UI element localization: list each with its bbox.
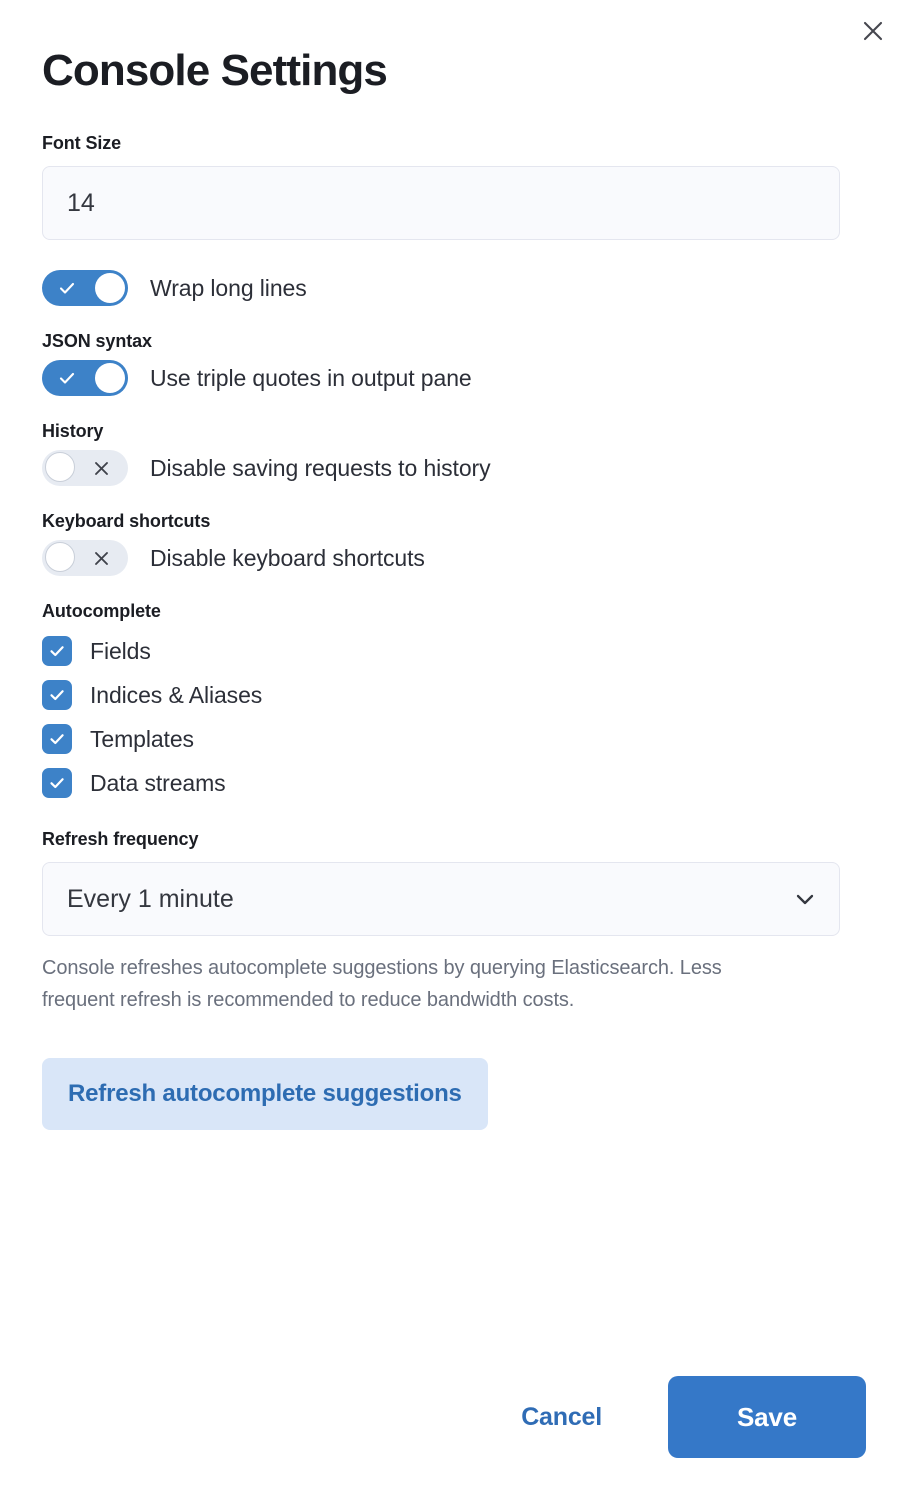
cross-icon-glyph [94,461,108,475]
autocomplete-indices-aliases-checkbox[interactable] [42,680,72,710]
keyboard-shortcuts-group-label: Keyboard shortcuts [42,511,211,531]
autocomplete-group-label: Autocomplete [42,601,161,621]
checkbox-row: Data streams [42,768,866,798]
toggle-knob [95,363,125,393]
toggle-knob [45,452,75,482]
refresh-autocomplete-suggestions-button[interactable]: Refresh autocomplete suggestions [42,1058,488,1130]
font-size-input[interactable] [42,166,840,240]
refresh-frequency-value: Every 1 minute [67,884,234,913]
disable-history-toggle[interactable] [42,450,128,486]
autocomplete-data-streams-checkbox[interactable] [42,768,72,798]
disable-shortcuts-toggle[interactable] [42,540,128,576]
refresh-frequency-select-wrap: Every 1 minute [42,862,840,936]
check-icon [50,734,64,745]
wrap-long-lines-row: Wrap long lines [42,270,866,306]
toggle-knob [95,273,125,303]
close-icon[interactable] [854,12,892,50]
page-title: Console Settings [42,46,388,95]
cancel-button[interactable]: Cancel [507,1393,616,1442]
autocomplete-indices-aliases-label: Indices & Aliases [90,682,263,708]
checkbox-row: Templates [42,724,866,754]
check-icon [48,360,86,396]
cross-icon [82,540,120,576]
refresh-frequency-label: Refresh frequency [42,829,199,849]
history-group-label: History [42,421,104,441]
cross-icon-glyph [94,551,108,565]
autocomplete-templates-checkbox[interactable] [42,724,72,754]
disable-shortcuts-label: Disable keyboard shortcuts [150,545,425,571]
disable-history-row: Disable saving requests to history [42,450,866,486]
save-button[interactable]: Save [668,1376,866,1458]
font-size-group: Font Size [42,132,866,240]
json-syntax-group: JSON syntax Use triple quotes in output … [42,330,866,396]
toggle-knob [45,542,75,572]
check-icon-glyph [59,282,75,294]
autocomplete-data-streams-label: Data streams [90,770,226,796]
cross-icon [82,450,120,486]
keyboard-shortcuts-group: Keyboard shortcuts Disable keyboard shor… [42,510,866,576]
refresh-frequency-group: Refresh frequency Every 1 minute Console… [42,828,866,1130]
check-icon-glyph [59,372,75,384]
wrap-long-lines-label: Wrap long lines [150,275,307,301]
check-icon [50,690,64,701]
check-icon [48,270,86,306]
font-size-label: Font Size [42,133,122,153]
triple-quotes-label: Use triple quotes in output pane [150,365,472,391]
refresh-frequency-helper-text: Console refreshes autocomplete suggestio… [42,957,722,1011]
checkbox-row: Fields [42,636,866,666]
close-icon-glyph [863,21,883,41]
checkbox-row: Indices & Aliases [42,680,866,710]
json-syntax-group-label: JSON syntax [42,331,152,351]
autocomplete-templates-label: Templates [90,726,194,752]
autocomplete-fields-checkbox[interactable] [42,636,72,666]
autocomplete-fields-label: Fields [90,638,151,664]
history-group: History Disable saving requests to histo… [42,420,866,486]
check-icon [50,646,64,657]
check-icon [50,778,64,789]
dialog-footer: Cancel Save [42,1376,866,1458]
wrap-long-lines-toggle[interactable] [42,270,128,306]
disable-history-label: Disable saving requests to history [150,455,491,481]
disable-shortcuts-row: Disable keyboard shortcuts [42,540,866,576]
triple-quotes-row: Use triple quotes in output pane [42,360,866,396]
refresh-frequency-select[interactable]: Every 1 minute [42,862,840,936]
console-settings-dialog: Console Settings Font Size Wrap long lin… [0,0,908,1510]
autocomplete-group: Autocomplete Fields Indices & Aliases Te… [42,600,866,798]
triple-quotes-toggle[interactable] [42,360,128,396]
